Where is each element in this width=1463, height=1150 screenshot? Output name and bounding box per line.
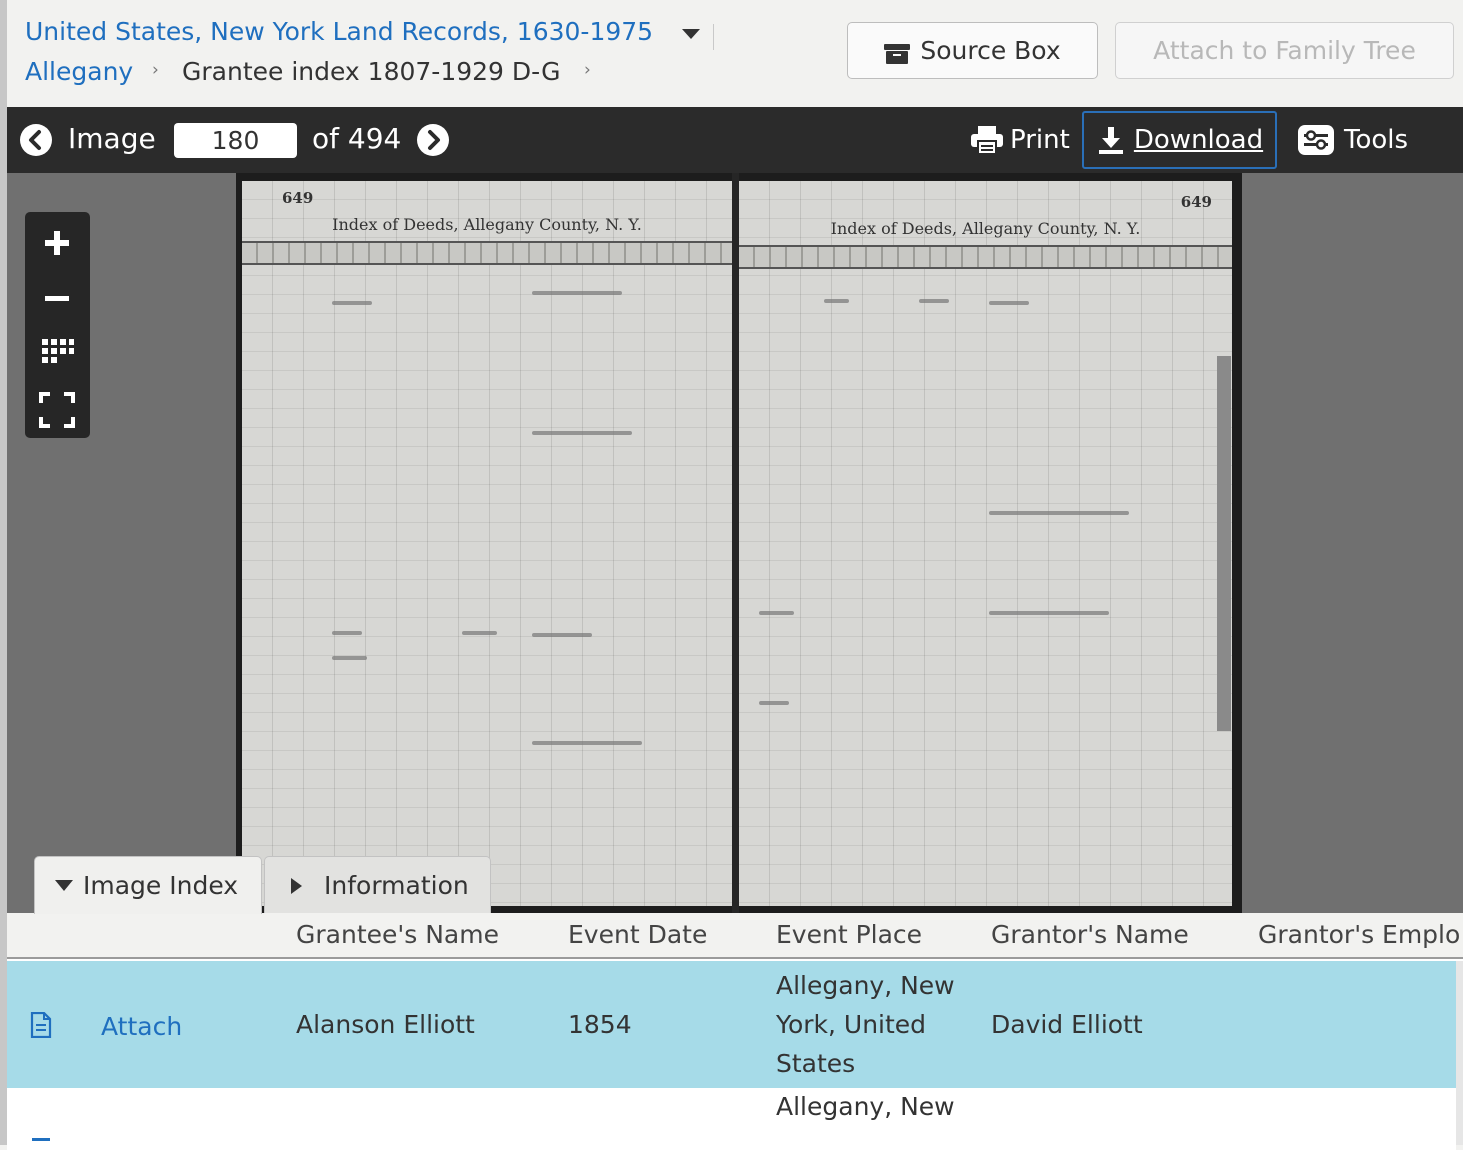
handwriting bbox=[759, 701, 789, 705]
collection-title-link[interactable]: United States, New York Land Records, 16… bbox=[25, 17, 653, 46]
grantee-name: Alanson Elliott bbox=[296, 1010, 475, 1039]
chevron-left-icon bbox=[29, 130, 41, 150]
print-label: Print bbox=[1010, 125, 1070, 155]
handwriting bbox=[759, 611, 794, 615]
viewer-scrollbar[interactable] bbox=[1217, 356, 1231, 731]
previous-image-button[interactable] bbox=[20, 124, 52, 156]
image-label: Image bbox=[68, 122, 156, 155]
chevron-right-icon bbox=[428, 130, 440, 150]
window-edge bbox=[0, 0, 7, 1145]
header: United States, New York Land Records, 16… bbox=[7, 0, 1463, 107]
archive-box-icon bbox=[884, 41, 911, 64]
image-index-table: Grantee's Name Event Date Event Place Gr… bbox=[7, 913, 1463, 1150]
caret-down-icon bbox=[55, 880, 73, 891]
minus-icon bbox=[45, 296, 69, 301]
column-header-event-date[interactable]: Event Date bbox=[568, 920, 707, 949]
handwriting bbox=[462, 631, 497, 635]
download-label: Download bbox=[1133, 125, 1264, 155]
handwriting bbox=[989, 611, 1109, 615]
next-image-button[interactable] bbox=[417, 124, 449, 156]
column-header-grantee[interactable]: Grantee's Name bbox=[296, 920, 499, 949]
attach-to-family-tree-button[interactable]: Attach to Family Tree bbox=[1115, 22, 1454, 79]
handwriting bbox=[824, 299, 849, 303]
ledger-right-page: 649 Index of Deeds, Allegany County, N. … bbox=[739, 181, 1232, 906]
breadcrumb-film[interactable]: Grantee index 1807-1929 D-G bbox=[182, 57, 560, 86]
zoom-controls bbox=[25, 212, 90, 438]
grantor-name: David Elliott bbox=[991, 1010, 1143, 1039]
event-place: Allegany, New York, United States bbox=[776, 966, 955, 1083]
breadcrumb-separator: › bbox=[584, 60, 591, 80]
source-box-button[interactable]: Source Box bbox=[847, 22, 1098, 79]
handwriting bbox=[532, 431, 632, 435]
column-header-grantor-employer[interactable]: Grantor's Emplo bbox=[1258, 920, 1460, 949]
plus-icon bbox=[45, 231, 69, 255]
table-row[interactable]: Allegany, New bbox=[7, 1090, 1456, 1150]
image-viewer[interactable]: 649 Index of Deeds, Allegany County, N. … bbox=[7, 173, 1463, 913]
tab-information-label: Information bbox=[324, 871, 469, 900]
tools-button[interactable]: Tools bbox=[1297, 107, 1408, 173]
image-number-input[interactable] bbox=[174, 123, 297, 158]
column-header-band bbox=[242, 241, 732, 265]
handwriting bbox=[989, 301, 1029, 305]
breadcrumb-separator: › bbox=[152, 60, 159, 80]
fullscreen-icon bbox=[39, 392, 75, 428]
source-box-label: Source Box bbox=[920, 36, 1061, 65]
handwriting bbox=[989, 511, 1129, 515]
tab-image-index[interactable]: Image Index bbox=[34, 856, 262, 914]
caret-right-icon bbox=[291, 877, 302, 894]
event-place-line: States bbox=[776, 1049, 856, 1078]
download-icon bbox=[1098, 127, 1123, 154]
left-page-title: Index of Deeds, Allegany County, N. Y. bbox=[332, 215, 642, 234]
event-place-line: York, United bbox=[776, 1010, 927, 1039]
right-page-number: 649 bbox=[1180, 193, 1212, 211]
column-header-band bbox=[739, 245, 1232, 269]
handwriting bbox=[532, 291, 622, 295]
handwriting bbox=[532, 633, 592, 637]
tab-image-index-label: Image Index bbox=[83, 871, 239, 900]
handwriting bbox=[332, 656, 367, 660]
table-row[interactable]: Attach Alanson Elliott 1854 Allegany, Ne… bbox=[7, 961, 1456, 1088]
ledger-left-page: 649 Index of Deeds, Allegany County, N. … bbox=[242, 181, 732, 906]
handwriting bbox=[919, 299, 949, 303]
column-header-event-place[interactable]: Event Place bbox=[776, 920, 922, 949]
table-scrollbar[interactable] bbox=[1456, 961, 1463, 1145]
attach-link[interactable]: Attach bbox=[101, 1007, 182, 1046]
handwriting bbox=[332, 301, 372, 305]
ledger-image[interactable]: 649 Index of Deeds, Allegany County, N. … bbox=[236, 173, 1242, 913]
handwriting bbox=[332, 631, 362, 635]
download-button[interactable]: Download bbox=[1082, 111, 1277, 169]
print-button[interactable]: Print bbox=[970, 107, 1070, 173]
breadcrumb-allegany[interactable]: Allegany bbox=[25, 57, 133, 86]
sliders-icon bbox=[1298, 125, 1334, 155]
document-icon[interactable] bbox=[32, 1138, 50, 1141]
event-place-line: Allegany, New bbox=[776, 971, 955, 1000]
right-page-title: Index of Deeds, Allegany County, N. Y. bbox=[830, 219, 1141, 238]
fullscreen-button[interactable] bbox=[25, 380, 90, 432]
grid-icon bbox=[42, 339, 74, 363]
event-place: Allegany, New bbox=[776, 1087, 955, 1126]
printer-icon bbox=[971, 126, 1003, 155]
tools-label: Tools bbox=[1344, 125, 1409, 155]
zoom-out-button[interactable] bbox=[25, 270, 90, 322]
handwriting bbox=[532, 741, 642, 745]
left-page-number: 649 bbox=[282, 189, 314, 207]
column-header-grantor[interactable]: Grantor's Name bbox=[991, 920, 1189, 949]
book-spine bbox=[732, 173, 739, 913]
zoom-in-button[interactable] bbox=[25, 214, 90, 266]
grid-view-button[interactable] bbox=[25, 324, 90, 376]
chevron-down-icon[interactable] bbox=[682, 29, 700, 39]
tab-information[interactable]: Information bbox=[264, 856, 491, 914]
event-date: 1854 bbox=[568, 1010, 632, 1039]
image-total: of 494 bbox=[312, 122, 402, 155]
event-place-line: Allegany, New bbox=[776, 1092, 955, 1121]
image-toolbar: Image of 494 Print Download bbox=[7, 107, 1463, 173]
table-header: Grantee's Name Event Date Event Place Gr… bbox=[7, 913, 1463, 959]
divider bbox=[713, 24, 714, 50]
document-icon[interactable] bbox=[30, 1012, 52, 1038]
